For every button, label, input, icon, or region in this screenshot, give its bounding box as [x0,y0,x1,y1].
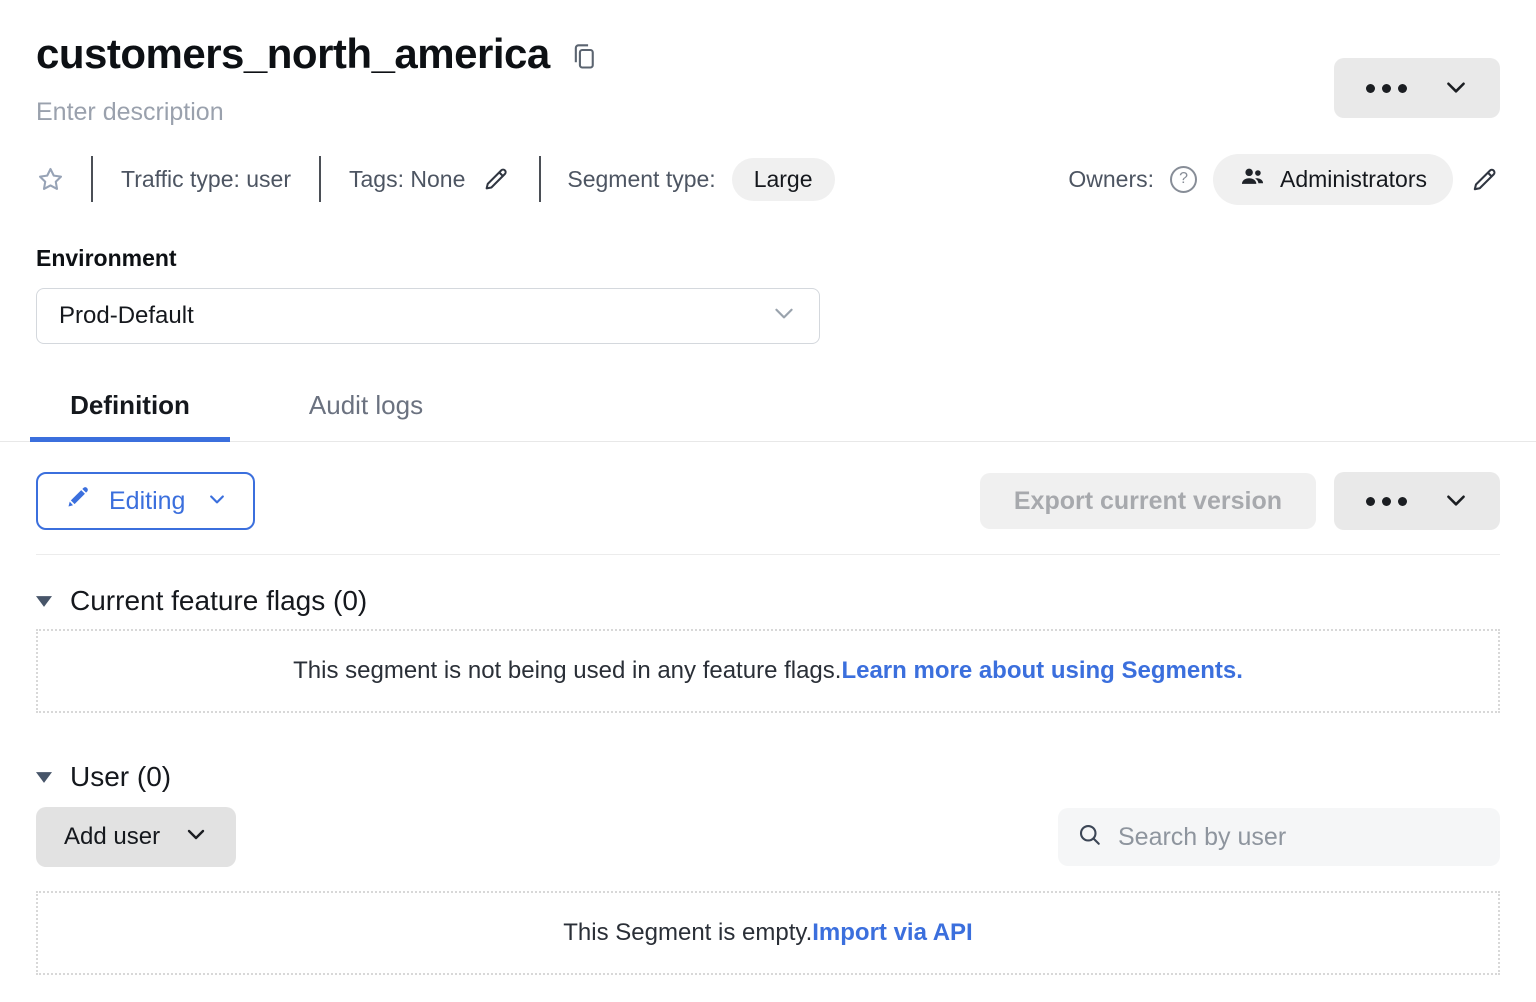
more-options-icon [1366,497,1407,506]
owners-label: Owners: [1068,166,1154,193]
chevron-down-icon [207,487,227,516]
export-current-version-button[interactable]: Export current version [980,473,1316,529]
owners-value: Administrators [1280,166,1427,193]
segment-type-item: Segment type: Large [567,158,834,201]
chevron-down-icon [184,822,208,853]
user-empty-message: This Segment is empty. [563,919,812,947]
chevron-down-icon [1443,74,1469,103]
tab-bar: Definition Audit logs [0,378,1536,442]
feature-flags-empty-state: This segment is not being used in any fe… [36,629,1500,713]
segment-type-badge: Large [732,158,835,201]
copy-icon[interactable] [570,41,598,73]
divider [319,156,321,202]
user-empty-state: This Segment is empty. Import via API [36,891,1500,975]
collapse-triangle-icon [36,596,52,607]
divider [91,156,93,202]
meta-row: Traffic type: user Tags: None Segment ty… [36,153,1500,205]
traffic-type-label: Traffic type: user [121,166,291,193]
toolbar-more-options-button[interactable] [1334,472,1500,530]
user-controls: Add user [36,807,1500,867]
toolbar-right: Export current version [980,472,1500,530]
search-by-user-input[interactable] [1118,823,1482,852]
tags-label: Tags: None [349,166,465,193]
editing-mode-button[interactable]: Editing [36,472,255,530]
favorite-star-icon[interactable] [36,165,65,194]
user-section-header[interactable]: User (0) [36,761,171,793]
description-placeholder[interactable]: Enter description [36,98,224,127]
environment-section: Environment Prod-Default [36,245,1500,344]
people-group-icon [1239,163,1266,196]
collapse-triangle-icon [36,772,52,783]
environment-label: Environment [36,245,1500,272]
search-icon [1076,821,1104,854]
definition-toolbar: Editing Export current version [36,472,1500,530]
chevron-down-icon [1443,487,1469,516]
segment-detail-page: customers_north_america Enter descriptio… [0,26,1536,1002]
environment-select[interactable]: Prod-Default [36,288,820,344]
environment-selected-value: Prod-Default [59,302,194,330]
tab-definition[interactable]: Definition [30,378,230,441]
chevron-down-icon [771,300,797,333]
header-more-options-button[interactable] [1334,58,1500,118]
import-via-api-link[interactable]: Import via API [812,919,972,947]
segment-type-label: Segment type: [567,166,715,193]
more-options-icon [1366,84,1407,93]
feature-flags-empty-message: This segment is not being used in any fe… [293,657,841,685]
learn-more-link[interactable]: Learn more about using Segments. [841,657,1242,685]
edit-owners-pencil-icon[interactable] [1469,164,1500,195]
help-question-icon[interactable]: ? [1170,166,1197,193]
add-user-label: Add user [64,823,160,851]
divider [539,156,541,202]
feature-flags-section-title: Current feature flags (0) [70,585,367,617]
divider [36,554,1500,555]
page-title: customers_north_america [36,30,550,78]
tags-item: Tags: None [349,164,511,194]
tab-audit-logs[interactable]: Audit logs [278,378,454,441]
editing-label: Editing [109,487,185,516]
header: customers_north_america [36,26,1500,82]
user-section-title: User (0) [70,761,171,793]
add-user-button[interactable]: Add user [36,807,236,867]
owners-chip[interactable]: Administrators [1213,154,1453,205]
owners-item: Owners: ? Administrators [1068,154,1500,205]
edit-tags-pencil-icon[interactable] [481,164,511,194]
pencil-filled-icon [64,484,91,518]
feature-flags-section-header[interactable]: Current feature flags (0) [36,585,367,617]
user-search [1058,808,1500,866]
